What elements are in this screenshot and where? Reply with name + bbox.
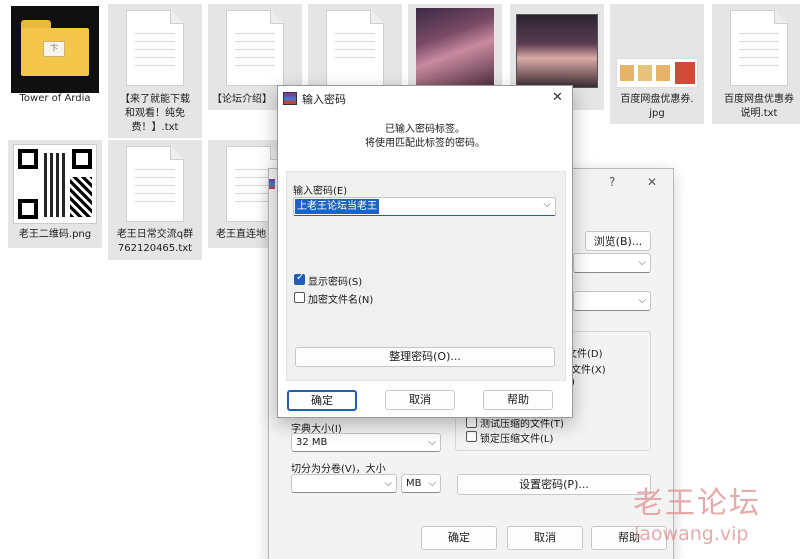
qr-code-image <box>13 144 97 224</box>
winrar-icon <box>269 179 275 189</box>
chevron-down-icon: ⌵ <box>428 437 436 448</box>
help-button[interactable]: 帮助 <box>483 390 553 410</box>
chevron-down-icon: ⌵ <box>384 478 392 489</box>
enter-password-label: 输入密码(E) <box>293 186 348 197</box>
info-line-2: 将使用匹配此标签的密码。 <box>365 138 485 149</box>
ok-button[interactable]: 确定 <box>421 526 497 550</box>
split-unit-combo[interactable]: MB ⌵ <box>401 474 441 493</box>
info-line-1: 已输入密码标签。 <box>385 124 465 135</box>
chevron-down-icon: ⌵ <box>638 295 646 306</box>
lock-archive-label: 锁定压缩文件(L) <box>480 434 554 445</box>
test-archive-checkbox[interactable] <box>466 417 477 428</box>
file-image-game-cover[interactable] <box>408 4 502 90</box>
split-size-combo[interactable]: ⌵ <box>291 474 397 493</box>
close-icon[interactable]: ✕ <box>552 90 563 105</box>
text-file-icon <box>126 10 184 86</box>
help-title-button[interactable]: ? <box>609 175 615 189</box>
text-file-icon <box>126 146 184 222</box>
file-qq-group-txt[interactable]: 老王日常交流q群 762120465.txt <box>108 140 202 260</box>
browse-button[interactable]: 浏览(B)... <box>585 231 651 251</box>
dict-size-value: 32 MB <box>296 437 328 448</box>
show-password-label: 显示密码(S) <box>308 277 363 288</box>
file-qr-png[interactable]: 老王二维码.png <box>8 140 102 248</box>
password-input[interactable]: 上老王论坛当老王 ⌵ <box>293 197 556 216</box>
file-tower-of-ardia[interactable]: 卞 Tower of Ardia <box>8 4 102 110</box>
set-password-button[interactable]: 设置密码(P)... <box>457 474 651 495</box>
text-file-icon <box>226 10 284 86</box>
text-file-icon <box>326 10 384 86</box>
winrar-icon <box>283 92 297 105</box>
chevron-down-icon: ⌵ <box>428 478 436 489</box>
encrypt-filenames-checkbox[interactable] <box>294 292 305 303</box>
compression-method-combo[interactable]: ⌵ <box>573 291 651 311</box>
enter-password-dialog: 输入密码 ✕ 已输入密码标签。 将使用匹配此标签的密码。 输入密码(E) 上老王… <box>277 85 573 418</box>
file-txt-4[interactable] <box>308 4 402 90</box>
file-label: 【来了就能下载 和观看！纯免 费！】.txt <box>120 94 190 133</box>
file-baidu-coupon-txt[interactable]: 百度网盘优惠券 说明.txt <box>712 4 800 124</box>
file-txt-free-download[interactable]: 【来了就能下载 和观看！纯免 费！】.txt <box>108 4 202 138</box>
file-label: Tower of Ardia <box>19 93 91 104</box>
folder-icon: 卞 <box>11 6 99 93</box>
organize-passwords-button[interactable]: 整理密码(O)... <box>295 347 555 367</box>
file-label: 百度网盘优惠券 说明.txt <box>724 94 794 119</box>
chevron-down-icon[interactable]: ⌵ <box>543 199 551 210</box>
image-thumbnail <box>416 8 494 88</box>
image-thumbnail <box>516 14 598 88</box>
encrypt-filenames-label: 加密文件名(N) <box>308 295 374 306</box>
split-unit-value: MB <box>406 478 422 489</box>
archive-format-combo[interactable]: ⌵ <box>573 253 651 273</box>
file-baidu-coupon-jpg[interactable]: 百度网盘优惠券. jpg <box>610 4 704 124</box>
split-volumes-label: 切分为分卷(V)，大小 <box>291 464 386 475</box>
text-file-icon <box>730 10 788 86</box>
image-thumbnail <box>616 58 698 88</box>
show-password-checkbox[interactable] <box>294 272 305 285</box>
password-input-value: 上老王论坛当老王 <box>295 199 379 214</box>
chevron-down-icon: ⌵ <box>638 257 646 268</box>
ok-button[interactable]: 确定 <box>287 390 357 411</box>
cancel-button[interactable]: 取消 <box>385 390 455 410</box>
cancel-button[interactable]: 取消 <box>507 526 583 550</box>
file-label: 老王日常交流q群 762120465.txt <box>116 229 194 254</box>
lock-archive-checkbox[interactable] <box>466 431 477 442</box>
file-label: 百度网盘优惠券. jpg <box>620 94 694 119</box>
watermark-url: laowang.vip <box>634 523 749 545</box>
dialog-title: 输入密码 <box>302 93 346 106</box>
watermark-text: 老王论坛 <box>633 486 761 521</box>
dict-size-combo[interactable]: 32 MB ⌵ <box>291 433 441 452</box>
file-label: 老王二维码.png <box>18 229 92 240</box>
close-icon[interactable]: ✕ <box>647 175 657 189</box>
